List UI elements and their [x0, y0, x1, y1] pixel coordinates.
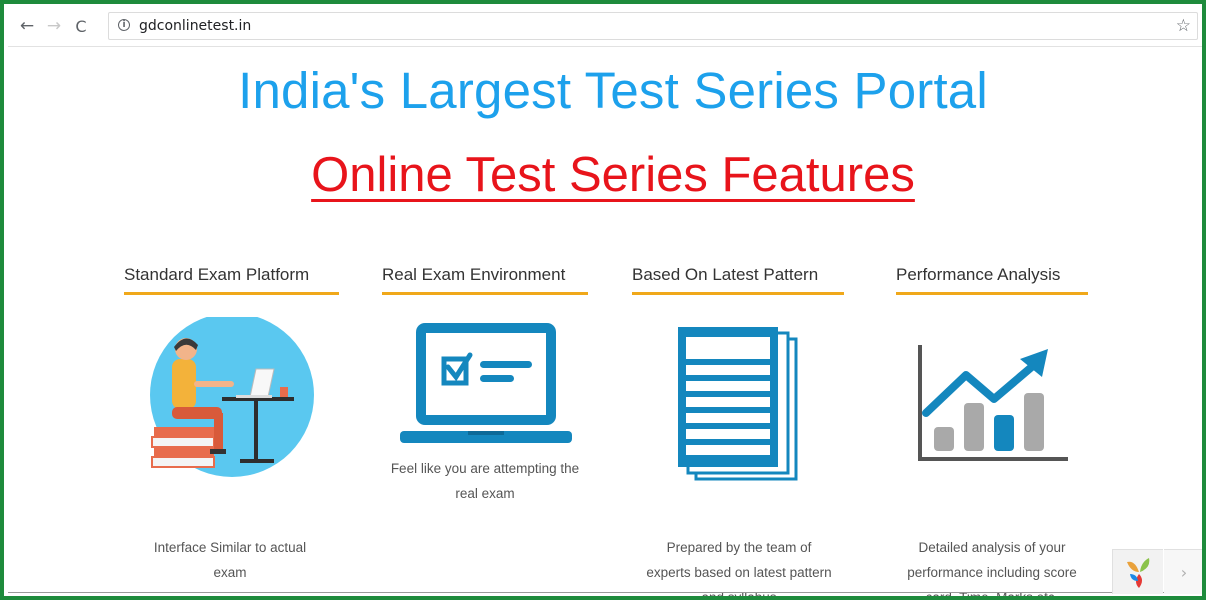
feature-description: Feel like you are attempting the real ex… [372, 456, 598, 506]
heading-underline [896, 292, 1088, 295]
reload-icon[interactable]: C [70, 15, 92, 37]
feature-heading: Real Exam Environment [382, 265, 566, 284]
desc-line: Detailed analysis of your [918, 540, 1066, 555]
features-title: Online Test Series Features [311, 148, 915, 202]
desc-line: experts based on latest pattern [646, 565, 832, 580]
feature-heading: Based On Latest Pattern [632, 265, 819, 284]
feature-description: Detailed analysis of your performance in… [880, 535, 1104, 596]
laptop-checklist-icon [400, 323, 572, 443]
bookmark-star-icon[interactable]: ☆ [1176, 16, 1191, 36]
desc-line: Feel like you are attempting the [390, 461, 580, 476]
desc-line: exam [213, 565, 247, 580]
feature-heading: Performance Analysis [896, 265, 1061, 284]
chevron-right-icon[interactable]: › [1164, 549, 1202, 594]
student-at-desk-icon [150, 317, 314, 477]
back-arrow-icon[interactable]: ← [16, 15, 38, 37]
heading-underline [382, 292, 588, 295]
heading-underline [632, 292, 844, 295]
feature-description: Interface Similar to actual exam [130, 535, 330, 585]
forward-arrow-icon[interactable]: → [43, 15, 65, 37]
page-bottom-divider [8, 592, 1202, 593]
brand-logo-icon[interactable] [1112, 549, 1163, 594]
hero-title: India's Largest Test Series Portal [238, 62, 988, 119]
desc-line: performance including score [907, 565, 1077, 580]
desc-line: Prepared by the team of [666, 540, 812, 555]
site-info-icon[interactable]: i [118, 19, 130, 31]
growth-chart-icon [918, 345, 1068, 461]
page-content: India's Largest Test Series Portal Onlin… [8, 47, 1202, 596]
desc-line: real exam [455, 486, 515, 501]
desc-line: Interface Similar to actual [153, 540, 307, 555]
document-stack-icon [678, 327, 798, 481]
browser-toolbar: ← → C i gdconlinetest.in ☆ [8, 8, 1202, 47]
brand-logo-icon [1127, 558, 1150, 588]
feature-description: Prepared by the team of experts based on… [624, 535, 854, 596]
url-text[interactable]: gdconlinetest.in [139, 18, 251, 34]
screenshot-frame: ← → C i gdconlinetest.in ☆ India's Large… [0, 0, 1206, 600]
heading-underline [124, 292, 339, 295]
feature-heading: Standard Exam Platform [124, 265, 310, 284]
address-bar[interactable]: i gdconlinetest.in ☆ [108, 12, 1198, 40]
